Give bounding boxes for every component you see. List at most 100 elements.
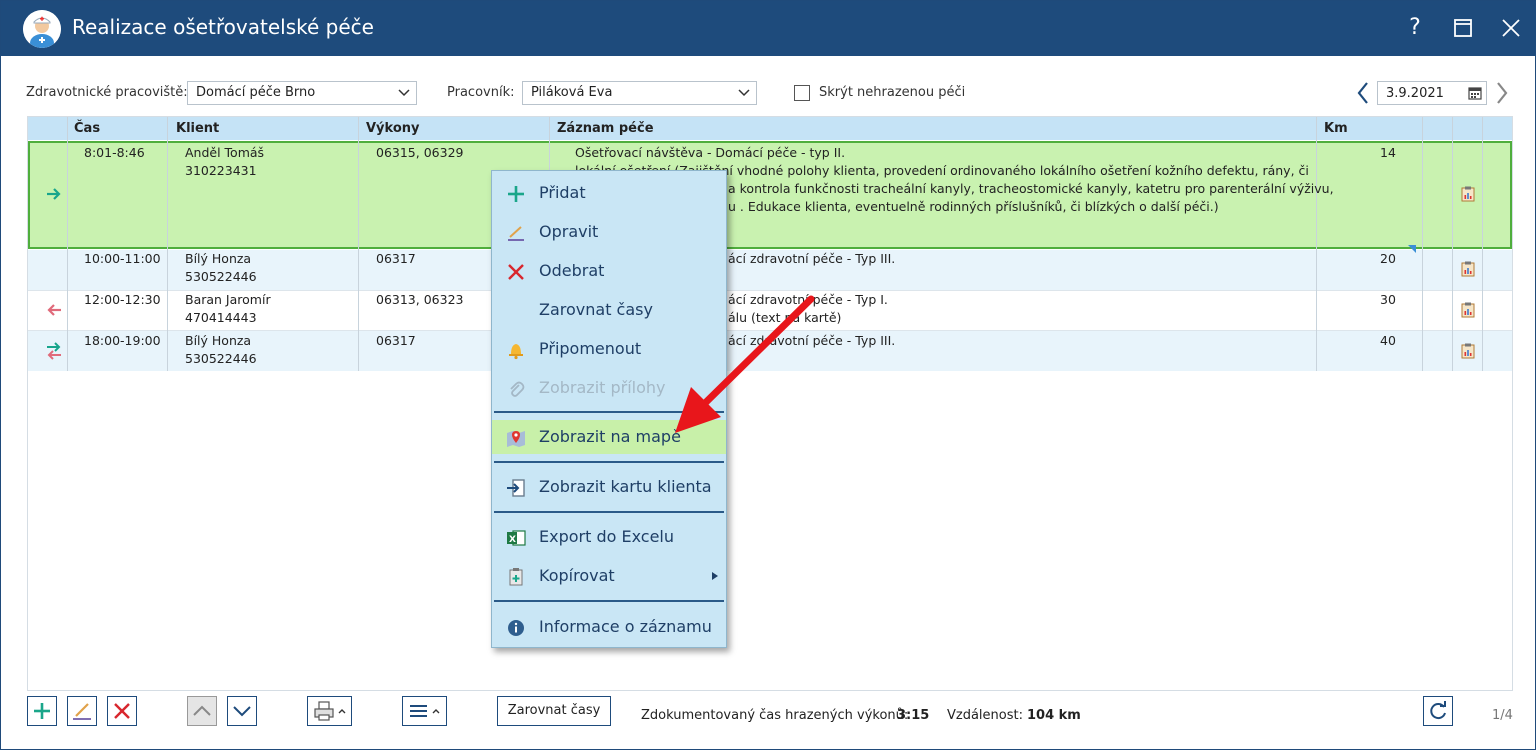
row-client-id: 310223431 (185, 163, 257, 178)
row-time: 8:01-8:46 (84, 145, 145, 160)
help-button[interactable]: ? (1400, 13, 1430, 43)
menu-item-record-info[interactable]: Informace o záznamu (492, 610, 726, 644)
report-icon[interactable] (1461, 343, 1475, 359)
distance-value: 104 km (1027, 708, 1081, 723)
col-km[interactable]: Km (1324, 121, 1348, 136)
menu-item-export-excel[interactable]: X Export do Excelu (492, 520, 726, 554)
chevron-down-icon (398, 89, 410, 97)
row-record: ácí zdravotní péče - Typ III. (728, 251, 896, 266)
main-window: Realizace ošetřovatelské péče ? Zdravotn… (0, 0, 1536, 750)
worker-label: Pracovník: (447, 85, 515, 100)
workplace-label: Zdravotnické pracoviště: (26, 85, 188, 100)
card-icon (507, 479, 525, 497)
date-input[interactable]: 3.9.2021 (1377, 81, 1487, 105)
menu-separator (494, 600, 724, 602)
column-divider (1452, 117, 1453, 371)
row-record: Ošetřovací návštěva - Domácí péče - typ … (575, 145, 846, 160)
row-client-id: 470414443 (185, 310, 257, 325)
row-procedures: 06317 (376, 251, 416, 266)
row-km: 30 (1380, 292, 1396, 307)
menu-item-copy[interactable]: Kopírovat (492, 559, 726, 593)
menu-item-label: Přidat (539, 183, 586, 202)
maximize-icon (1454, 19, 1472, 37)
hide-unpaid-checkbox[interactable] (794, 85, 810, 101)
col-time[interactable]: Čas (74, 121, 100, 136)
menu-item-delete[interactable]: Odebrat (492, 254, 726, 288)
refresh-icon (1430, 701, 1446, 720)
row-client-id: 530522446 (185, 351, 257, 366)
bottom-toolbar: Zarovnat časy Zdokumentovaný čas hrazený… (1, 696, 1536, 736)
maximize-button[interactable] (1448, 13, 1478, 43)
calendar-icon[interactable] (1468, 86, 1482, 100)
edit-button[interactable] (67, 696, 97, 726)
arrow-left-icon (47, 304, 61, 316)
add-button[interactable] (27, 696, 57, 726)
row-time: 10:00-11:00 (84, 251, 161, 266)
row-km: 14 (1380, 145, 1396, 160)
hide-unpaid-label: Skrýt nehrazenou péči (819, 85, 966, 100)
chevron-right-icon (1497, 82, 1508, 104)
align-times-button[interactable]: Zarovnat časy (497, 696, 611, 726)
hamburger-icon (410, 705, 440, 717)
row-client-name: Anděl Tomáš (185, 145, 265, 160)
row-record: a kontrola funkčnosti tracheální kanyly,… (728, 181, 1334, 196)
menu-item-client-card[interactable]: Zobrazit kartu klienta (492, 470, 726, 504)
menu-item-label: Odebrat (539, 261, 605, 280)
report-icon[interactable] (1461, 261, 1475, 277)
menu-separator (494, 461, 724, 463)
pencil-icon (73, 703, 91, 720)
x-icon (114, 703, 130, 719)
menu-item-add[interactable]: Přidat (492, 176, 726, 210)
menu-item-label: Opravit (539, 222, 599, 241)
column-divider (1316, 117, 1317, 371)
row-client-name: Bílý Honza (185, 333, 252, 348)
workplace-select[interactable]: Domácí péče Brno (187, 81, 417, 105)
documented-time-value: 3:15 (897, 708, 930, 723)
menu-item-label: Kopírovat (539, 566, 615, 585)
close-icon (1502, 19, 1520, 37)
prev-date-button[interactable] (1355, 81, 1371, 105)
chevron-up-icon (193, 705, 211, 716)
move-down-button[interactable] (227, 696, 257, 726)
note-corner-icon (1408, 245, 1416, 253)
column-divider (1482, 117, 1483, 371)
date-value: 3.9.2021 (1386, 86, 1444, 101)
bell-icon (509, 344, 523, 360)
menu-separator (494, 511, 724, 513)
col-record[interactable]: Záznam péče (557, 121, 654, 136)
workplace-value: Domácí péče Brno (196, 85, 316, 100)
menu-item-label: Informace o záznamu (539, 617, 712, 636)
refresh-button[interactable] (1423, 696, 1453, 726)
row-time: 18:00-19:00 (84, 333, 161, 348)
chevron-down-icon (738, 89, 750, 97)
menu-item-label: Připomenout (539, 339, 642, 358)
menu-item-label: Export do Excelu (539, 527, 675, 546)
distance-label: Vzdálenost: (947, 708, 1023, 723)
close-button[interactable] (1496, 13, 1526, 43)
menu-button[interactable] (402, 696, 447, 726)
row-procedures: 06313, 06323 (376, 292, 464, 307)
report-icon[interactable] (1461, 186, 1475, 202)
menu-item-label: Zobrazit přílohy (539, 378, 666, 397)
row-client-id: 530522446 (185, 269, 257, 284)
x-icon (508, 264, 524, 280)
col-client[interactable]: Klient (176, 121, 219, 136)
copy-icon (509, 568, 523, 586)
grid-header: Čas Klient Výkony Záznam péče Km (28, 117, 1512, 140)
row-record: u . Edukace klienta, eventuelně rodinnýc… (728, 199, 1219, 214)
delete-button[interactable] (107, 696, 137, 726)
row-procedures: 06315, 06329 (376, 145, 464, 160)
report-icon[interactable] (1461, 302, 1475, 318)
menu-item-edit[interactable]: Opravit (492, 215, 726, 249)
print-button[interactable] (307, 696, 352, 726)
row-km: 20 (1380, 251, 1396, 266)
worker-select[interactable]: Piláková Eva (522, 81, 757, 105)
paperclip-icon (510, 381, 525, 397)
next-date-button[interactable] (1494, 81, 1510, 105)
plus-icon (508, 186, 524, 202)
col-procedures[interactable]: Výkony (366, 121, 420, 136)
move-up-button[interactable] (187, 696, 217, 726)
menu-item-label: Zobrazit kartu klienta (539, 477, 712, 496)
row-km: 40 (1380, 333, 1396, 348)
printer-icon (314, 701, 346, 721)
